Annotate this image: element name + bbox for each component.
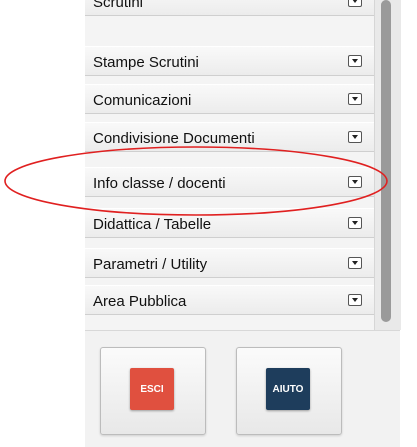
chevron-down-box-icon[interactable] (348, 217, 362, 229)
chevron-down-box-icon[interactable] (348, 131, 362, 143)
esci-button[interactable]: ESCI (100, 347, 206, 435)
chevron-down-box-icon[interactable] (348, 257, 362, 269)
scrollbar-track[interactable] (374, 0, 401, 330)
menu-item-label: Didattica / Tabelle (93, 216, 212, 233)
chevron-down-box-icon[interactable] (348, 55, 362, 67)
aiuto-button-face[interactable]: AIUTO (266, 368, 310, 410)
side-menu: Scrutini Stampe Scrutini Comunicazioni C… (85, 0, 374, 330)
menu-item-label: Scrutini (93, 0, 144, 11)
aiuto-button[interactable]: AIUTO (236, 347, 342, 435)
menu-item-area-pubblica[interactable]: Area Pubblica (85, 285, 374, 315)
menu-item-parametri-utility[interactable]: Parametri / Utility (85, 248, 374, 278)
menu-item-didattica-tabelle[interactable]: Didattica / Tabelle (85, 208, 374, 238)
chevron-down-box-icon[interactable] (348, 93, 362, 105)
menu-item-label: Info classe / docenti (93, 175, 226, 192)
menu-item-label: Area Pubblica (93, 293, 187, 310)
chevron-down-box-icon[interactable] (348, 0, 362, 7)
menu-item-stampe-scrutini[interactable]: Stampe Scrutini (85, 46, 374, 76)
chevron-down-box-icon[interactable] (348, 176, 362, 188)
chevron-down-box-icon[interactable] (348, 294, 362, 306)
menu-item-label: Comunicazioni (93, 92, 192, 109)
scrollbar-thumb[interactable] (381, 0, 391, 322)
menu-item-label: Condivisione Documenti (93, 130, 255, 147)
esci-button-face[interactable]: ESCI (130, 368, 174, 410)
menu-item-info-classe-docenti[interactable]: Info classe / docenti (85, 167, 374, 197)
menu-item-scrutini[interactable]: Scrutini (85, 0, 374, 16)
menu-item-label: Stampe Scrutini (93, 54, 199, 71)
menu-item-label: Parametri / Utility (93, 256, 208, 273)
menu-item-comunicazioni[interactable]: Comunicazioni (85, 84, 374, 114)
menu-item-condivisione-documenti[interactable]: Condivisione Documenti (85, 122, 374, 152)
action-panel: ESCI AIUTO (85, 330, 400, 447)
